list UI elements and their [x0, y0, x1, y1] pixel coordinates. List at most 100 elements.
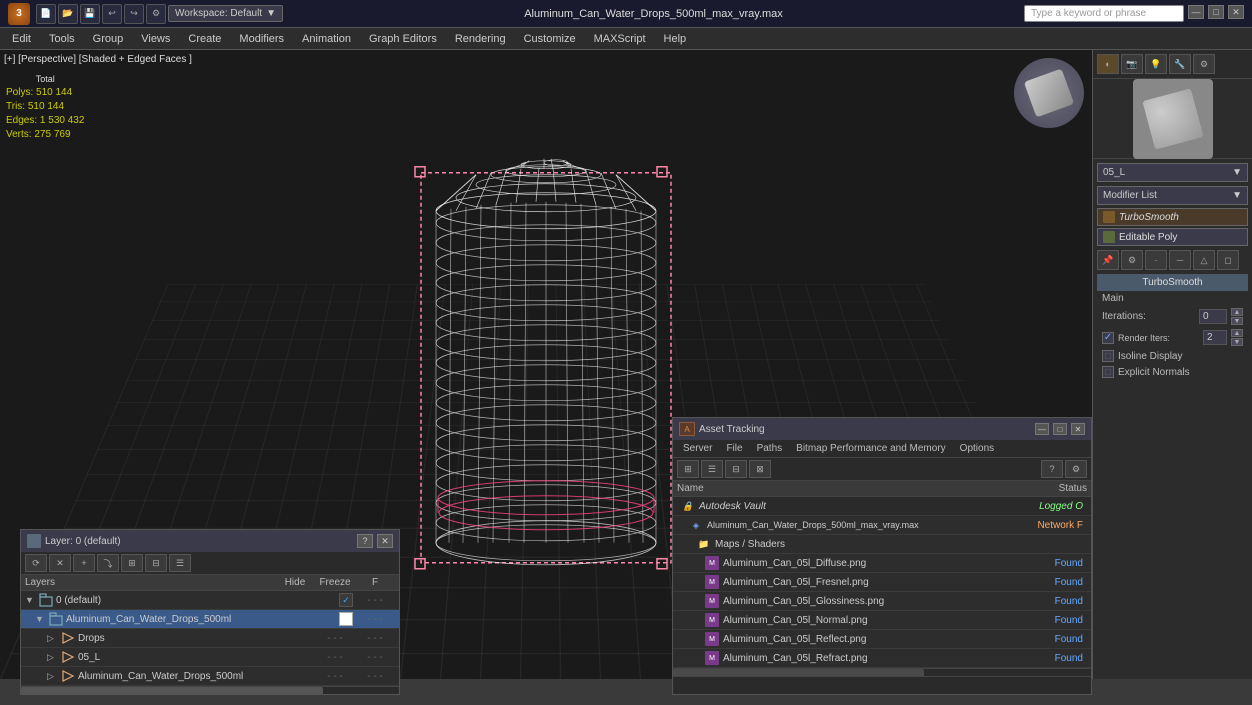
asset-row-vault[interactable]: 🔒 Autodesk Vault Logged O — [673, 497, 1091, 516]
layer-check-active[interactable]: ✓ — [339, 593, 353, 607]
nav-icon-1[interactable]: ◐ — [1097, 54, 1119, 74]
layer-check-2[interactable] — [339, 612, 353, 626]
title-bar: 3 📄 📂 💾 ↩ ↪ ⚙ Workspace: Default ▼ Alumi… — [0, 0, 1252, 28]
at-settings-btn[interactable]: ⚙ — [1065, 460, 1087, 478]
iterations-up[interactable]: ▲ — [1231, 308, 1243, 316]
asset-row-maps[interactable]: 📁 Maps / Shaders — [673, 535, 1091, 554]
pin-btn[interactable]: 📌 — [1097, 250, 1119, 270]
face-btn[interactable]: △ — [1193, 250, 1215, 270]
layer-scroll-thumb[interactable] — [21, 687, 323, 695]
asset-menu-options[interactable]: Options — [954, 442, 1000, 455]
asset-close-btn[interactable]: ✕ — [1071, 423, 1085, 435]
iterations-down[interactable]: ▼ — [1231, 317, 1243, 325]
menu-edit[interactable]: Edit — [4, 31, 39, 47]
at-btn-4[interactable]: ⊠ — [749, 460, 771, 478]
nav-cube[interactable] — [1014, 58, 1084, 128]
maximize-btn[interactable]: □ — [1208, 5, 1224, 19]
menu-create[interactable]: Create — [180, 31, 229, 47]
asset-row-reflect[interactable]: M Aluminum_Can_05l_Reflect.png Found — [673, 630, 1091, 649]
nav-icon-5[interactable]: ⚙ — [1193, 54, 1215, 74]
menu-tools[interactable]: Tools — [41, 31, 83, 47]
vertex-btn[interactable]: · — [1145, 250, 1167, 270]
asset-row-glossiness[interactable]: M Aluminum_Can_05l_Glossiness.png Found — [673, 592, 1091, 611]
iterations-input[interactable] — [1199, 309, 1227, 324]
at-help-btn[interactable]: ? — [1041, 460, 1063, 478]
modifier-turbosmooth[interactable]: TurboSmooth — [1097, 208, 1248, 226]
nav-icon-4[interactable]: 🔧 — [1169, 54, 1191, 74]
turbosmooth-title[interactable]: TurboSmooth — [1097, 274, 1248, 291]
render-down[interactable]: ▼ — [1231, 338, 1243, 346]
menu-animation[interactable]: Animation — [294, 31, 359, 47]
lt-move[interactable]: ⤵ — [97, 554, 119, 572]
render-iters-input[interactable] — [1203, 330, 1227, 345]
at-btn-2[interactable]: ☰ — [701, 460, 723, 478]
workspace-dropdown[interactable]: Workspace: Default ▼ — [168, 5, 283, 22]
minimize-btn[interactable]: — — [1188, 5, 1204, 19]
render-iters-spinner[interactable]: ▲ ▼ — [1231, 329, 1243, 346]
asset-menu-file[interactable]: File — [720, 442, 748, 455]
asset-menubar: Server File Paths Bitmap Performance and… — [673, 440, 1091, 458]
asset-row-diffuse[interactable]: M Aluminum_Can_05l_Diffuse.png Found — [673, 554, 1091, 573]
at-btn-3[interactable]: ⊟ — [725, 460, 747, 478]
modifier-list-header[interactable]: Modifier List ▼ — [1097, 186, 1248, 205]
config-btn[interactable]: ⚙ — [1121, 250, 1143, 270]
settings-btn[interactable]: ⚙ — [146, 4, 166, 24]
asset-row-normal[interactable]: M Aluminum_Can_05l_Normal.png Found — [673, 611, 1091, 630]
save-btn[interactable]: 💾 — [80, 4, 100, 24]
menu-views[interactable]: Views — [133, 31, 178, 47]
layer-row-05l[interactable]: ▷ 05_L - - - - - - — [21, 648, 399, 667]
new-btn[interactable]: 📄 — [36, 4, 56, 24]
asset-row-fresnel[interactable]: M Aluminum_Can_05l_Fresnel.png Found — [673, 573, 1091, 592]
asset-row-refract[interactable]: M Aluminum_Can_05l_Refract.png Found — [673, 649, 1091, 668]
layer-row-default[interactable]: ▼ 0 (default) ✓ - - - — [21, 591, 399, 610]
layer-row-alcan[interactable]: ▼ Aluminum_Can_Water_Drops_500ml - - - — [21, 610, 399, 629]
close-btn[interactable]: ✕ — [1228, 5, 1244, 19]
object-preview-area — [1093, 79, 1252, 159]
asset-menu-server[interactable]: Server — [677, 442, 718, 455]
menu-rendering[interactable]: Rendering — [447, 31, 514, 47]
layer-panel-titlebar[interactable]: Layer: 0 (default) ? ✕ — [21, 530, 399, 552]
layer-row-drops[interactable]: ▷ Drops - - - - - - — [21, 629, 399, 648]
lt-collapse[interactable]: ⊟ — [145, 554, 167, 572]
at-btn-1[interactable]: ⊞ — [677, 460, 699, 478]
iterations-spinner[interactable]: ▲ ▼ — [1231, 308, 1243, 325]
layer-close-btn[interactable]: ✕ — [377, 534, 393, 548]
isoline-checkbox[interactable]: □ — [1102, 350, 1114, 362]
asset-panel-title: Asset Tracking — [699, 424, 1031, 435]
nav-icon-3[interactable]: 💡 — [1145, 54, 1167, 74]
lt-options[interactable]: ☰ — [169, 554, 191, 572]
menu-maxscript[interactable]: MAXScript — [586, 31, 654, 47]
ts-render-row: ✓ Render Iters: ▲ ▼ — [1097, 327, 1248, 348]
cube-inner — [1024, 68, 1074, 117]
asset-menu-paths[interactable]: Paths — [751, 442, 789, 455]
asset-row-maxfile[interactable]: ◈ Aluminum_Can_Water_Drops_500ml_max_vra… — [673, 516, 1091, 535]
edge-btn[interactable]: ─ — [1169, 250, 1191, 270]
explicit-checkbox[interactable]: □ — [1102, 366, 1114, 378]
menu-customize[interactable]: Customize — [516, 31, 584, 47]
render-iters-checkbox[interactable]: ✓ — [1102, 332, 1114, 344]
lt-delete[interactable]: ✕ — [49, 554, 71, 572]
menu-graph-editors[interactable]: Graph Editors — [361, 31, 445, 47]
undo-btn[interactable]: ↩ — [102, 4, 122, 24]
menu-modifiers[interactable]: Modifiers — [231, 31, 292, 47]
modifier-editable-poly[interactable]: Editable Poly — [1097, 228, 1248, 246]
asset-min-btn[interactable]: — — [1035, 423, 1049, 435]
lt-add[interactable]: + — [73, 554, 95, 572]
lt-refresh[interactable]: ⟳ — [25, 554, 47, 572]
asset-menu-bitmap[interactable]: Bitmap Performance and Memory — [790, 442, 952, 455]
poly-btn[interactable]: ◻ — [1217, 250, 1239, 270]
asset-max-btn[interactable]: □ — [1053, 423, 1067, 435]
search-box[interactable]: Type a keyword or phrase — [1024, 5, 1184, 22]
render-up[interactable]: ▲ — [1231, 329, 1243, 337]
menu-group[interactable]: Group — [85, 31, 132, 47]
redo-btn[interactable]: ↪ — [124, 4, 144, 24]
layer-row-alcan2[interactable]: ▷ Aluminum_Can_Water_Drops_500ml - - - -… — [21, 667, 399, 686]
asset-scrollbar[interactable] — [673, 668, 1091, 676]
lt-expand[interactable]: ⊞ — [121, 554, 143, 572]
layer-help-btn[interactable]: ? — [357, 534, 373, 548]
nav-icon-2[interactable]: 📷 — [1121, 54, 1143, 74]
menu-help[interactable]: Help — [656, 31, 695, 47]
layer-scrollbar[interactable] — [21, 686, 399, 694]
open-btn[interactable]: 📂 — [58, 4, 78, 24]
object-preview — [1133, 79, 1213, 159]
